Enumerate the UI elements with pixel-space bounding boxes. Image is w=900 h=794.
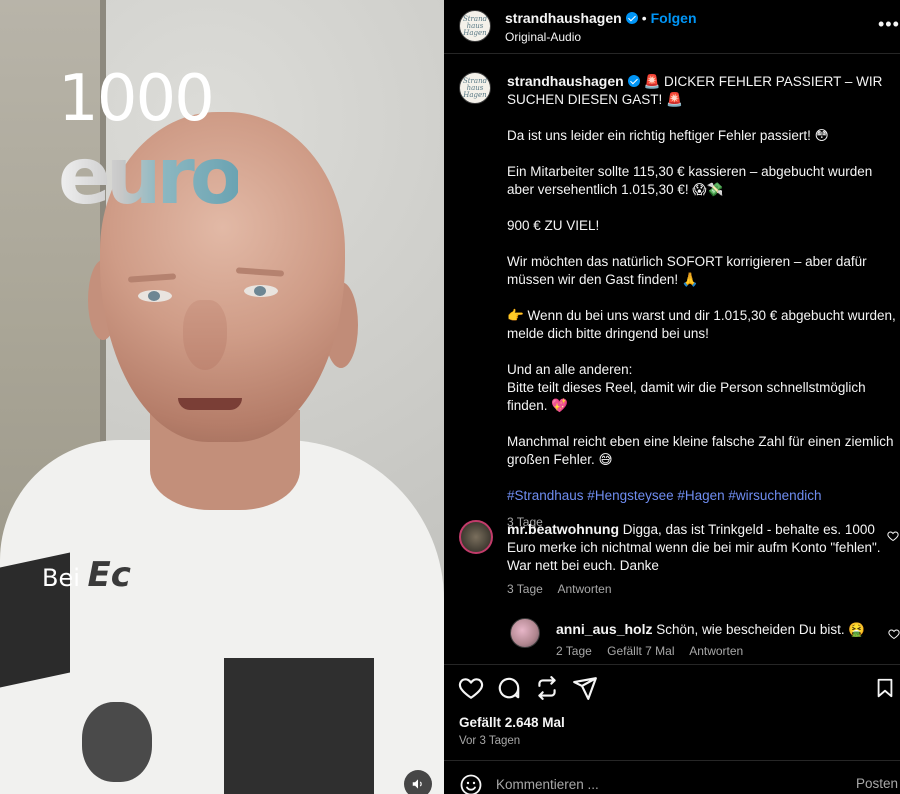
heart-icon[interactable] [458, 675, 484, 701]
commenter-avatar[interactable] [510, 618, 540, 648]
post-body: Strand haus Hagen strandhaushagen 🚨 DICK… [444, 54, 900, 664]
repost-icon[interactable] [534, 675, 560, 701]
comment-item: mr.beatwohnung Digga, das ist Trinkgeld … [459, 520, 899, 600]
caption-username[interactable]: strandhaushagen [507, 73, 624, 89]
commenter-username[interactable]: anni_aus_holz [556, 621, 652, 637]
caption-paragraph: Manchmal reicht eben eine kleine falsche… [507, 434, 894, 467]
person-eye-right [244, 285, 278, 297]
caption-avatar-logo: Strand haus Hagen [462, 76, 488, 99]
comment-like-icon[interactable] [888, 628, 900, 640]
comment-text-block: anni_aus_holz Schön, wie bescheiden Du b… [556, 620, 886, 639]
commenter-username[interactable]: mr.beatwohnung [507, 521, 619, 537]
author-avatar-logo: Strand haus Hagen [462, 14, 488, 37]
caption-text: strandhaushagen 🚨 DICKER FEHLER PASSIERT… [507, 72, 897, 531]
overlay-bei-prefix: Bei [42, 564, 80, 592]
post-header: Strand haus Hagen strandhaushagen • Folgen… [444, 0, 900, 54]
caption-hashtags[interactable]: #Strandhaus #Hengsteysee #Hagen #wirsuch… [507, 487, 897, 505]
mute-toggle-button[interactable] [404, 770, 432, 794]
bookmark-icon[interactable] [874, 675, 896, 701]
comment-text-block: mr.beatwohnung Digga, das ist Trinkgeld … [507, 520, 882, 575]
comment-text: Schön, wie bescheiden Du bist. 🤮 [656, 622, 866, 637]
comment-reply-item: anni_aus_holz Schön, wie bescheiden Du b… [510, 618, 900, 666]
person-mouth [178, 398, 242, 410]
caption-paragraph: 👉 Wenn du bei uns warst und dir 1.015,30… [507, 308, 896, 341]
post-panel: Strand haus Hagen strandhaushagen • Folgen… [444, 0, 900, 794]
caption-paragraph: 900 € ZU VIEL! [507, 218, 600, 233]
emoji-icon[interactable] [459, 773, 483, 794]
likes-count[interactable]: Gefällt 2.648 Mal [459, 715, 565, 730]
caption-paragraph: Wir möchten das natürlich SOFORT korrigi… [507, 254, 867, 287]
caption-paragraph: Und an alle anderen: Bitte teilt dieses … [507, 362, 866, 413]
comment-likes[interactable]: Gefällt 7 Mal [607, 644, 674, 658]
overlay-currency: euro [58, 132, 243, 222]
caption-paragraph: Da ist uns leider ein richtig heftiger F… [507, 128, 829, 143]
shirt-print-right [224, 658, 374, 794]
comment-reply-button[interactable]: Antworten [557, 582, 611, 596]
overlay-bei-text: Bei Ec [42, 555, 131, 595]
audio-label[interactable]: Original-Audio [505, 30, 581, 44]
person-eye-left [138, 290, 172, 302]
comment-like-icon[interactable] [887, 530, 899, 542]
verified-badge-icon [625, 12, 638, 24]
post-comment-button[interactable]: Posten [856, 776, 898, 791]
shirt-print-face [82, 702, 152, 782]
more-options-icon[interactable]: ••• [878, 14, 900, 35]
person-nose [183, 300, 227, 370]
comment-icon[interactable] [496, 675, 522, 701]
caption-paragraph: Ein Mitarbeiter sollte 115,30 € kassiere… [507, 164, 873, 197]
caption-author-avatar[interactable]: Strand haus Hagen [459, 72, 491, 104]
overlay-bei-suffix: Ec [87, 555, 131, 595]
verified-badge-icon [627, 75, 640, 87]
comment-meta: 3 Tage Antworten [507, 582, 624, 596]
post-date[interactable]: Vor 3 Tagen [459, 735, 520, 747]
commenter-avatar[interactable] [459, 520, 493, 554]
comment-age: 2 Tage [556, 644, 592, 658]
separator-dot: • [641, 10, 647, 26]
comment-reply-button[interactable]: Antworten [689, 644, 743, 658]
overlay-amount: 1000 [58, 62, 215, 136]
reel-video[interactable]: 1000 euro Bei Ec [0, 0, 444, 794]
speaker-icon [412, 779, 422, 789]
comment-meta: 2 Tage Gefällt 7 Mal Antworten [556, 644, 755, 658]
post-actions: Gefällt 2.648 Mal Vor 3 Tagen [444, 664, 900, 754]
author-line: strandhaushagen • Folgen [505, 10, 697, 26]
comment-age: 3 Tage [507, 582, 543, 596]
share-icon[interactable] [572, 675, 598, 701]
follow-button[interactable]: Folgen [651, 10, 697, 26]
comment-composer: Posten [444, 760, 900, 794]
comment-input[interactable] [496, 773, 796, 794]
author-username[interactable]: strandhaushagen [505, 10, 622, 26]
author-avatar[interactable]: Strand haus Hagen [459, 10, 491, 42]
